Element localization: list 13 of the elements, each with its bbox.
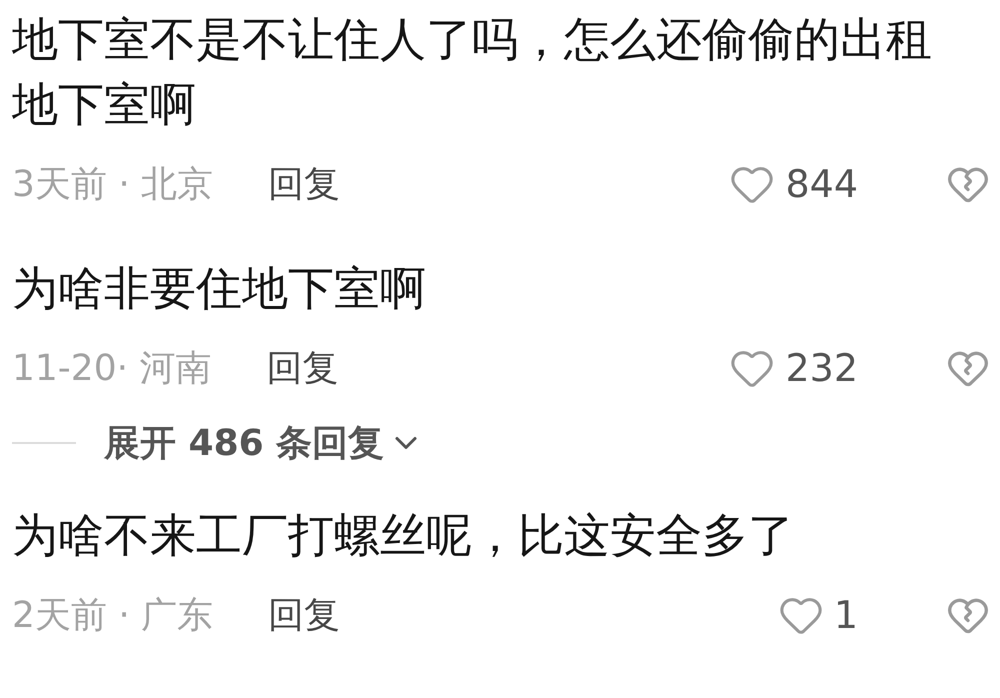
- like-count: 232: [785, 346, 858, 390]
- comment-text: 地下室不是不让住人了吗，怎么还偷偷的出租地下室啊: [12, 11, 933, 133]
- like-count: 844: [785, 162, 858, 206]
- reply-link[interactable]: 回复: [268, 160, 340, 208]
- comment-text: 为啥不来工厂打螺丝呢，比这安全多了: [12, 507, 795, 564]
- comment-time-location: 3天前 · 北京: [12, 162, 214, 206]
- reply-link[interactable]: 回复: [266, 344, 338, 392]
- reply-link[interactable]: 回复: [268, 590, 340, 640]
- expand-replies-button[interactable]: 展开 486 条回复: [104, 418, 424, 468]
- comment-time-location: 11-20· 河南: [12, 346, 212, 390]
- like-count: 1: [834, 593, 858, 637]
- comment-time-location: 2天前 · 广东: [12, 594, 214, 638]
- comment-text: 为啥非要住地下室啊: [12, 260, 427, 317]
